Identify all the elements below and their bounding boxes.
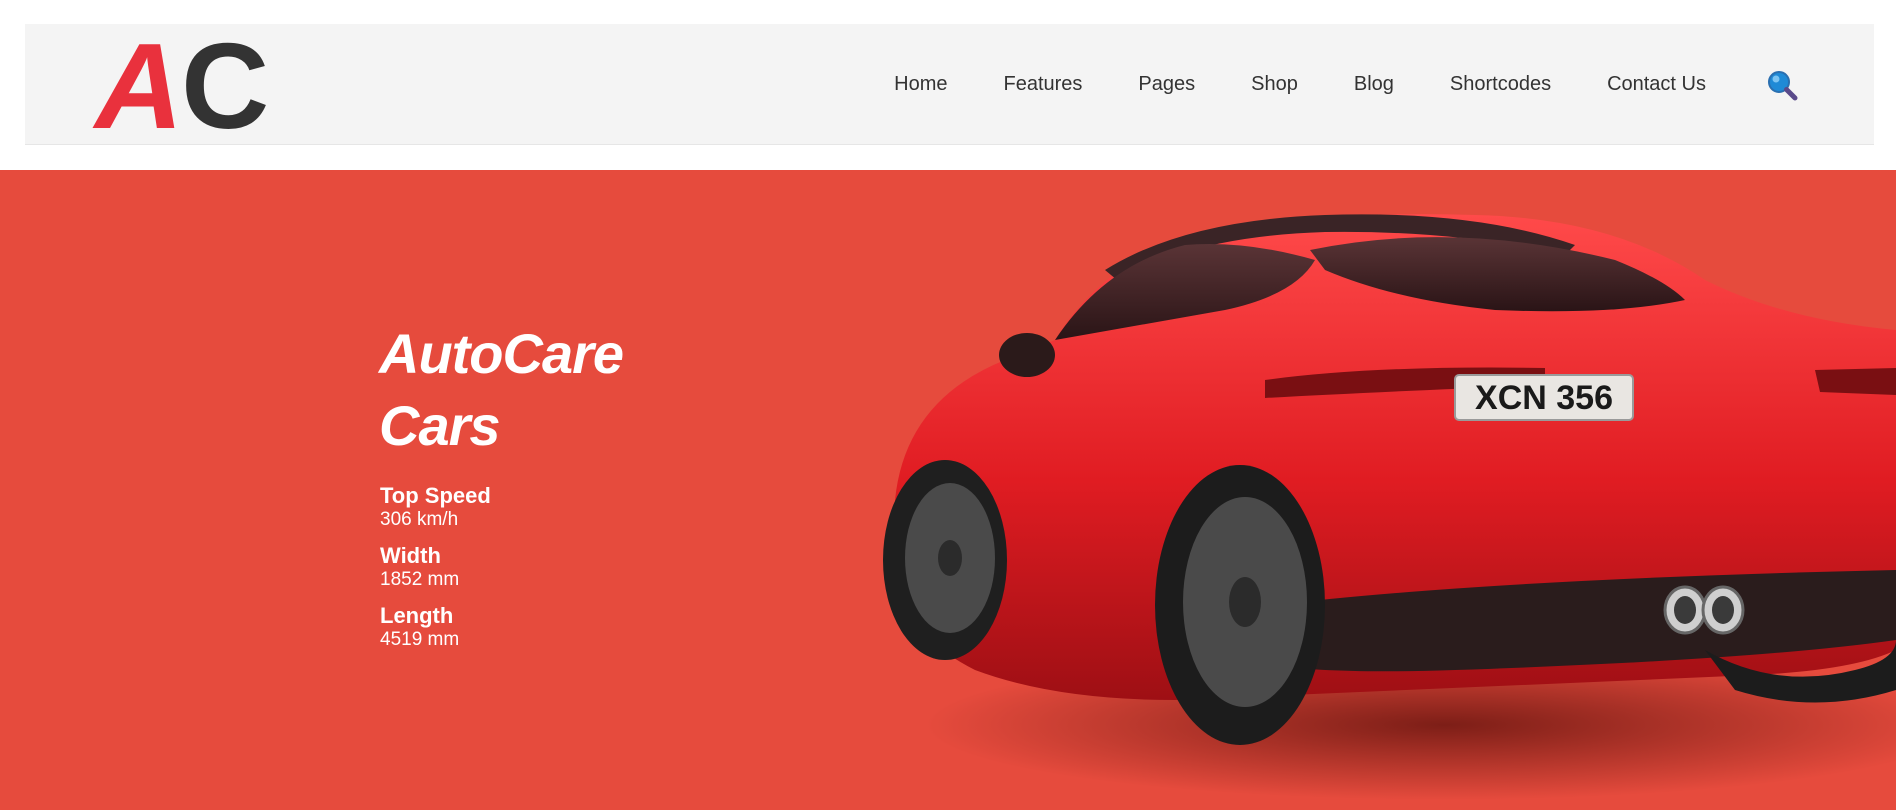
nav-pages[interactable]: Pages [1138, 73, 1195, 96]
license-plate-text: XCN 356 [1475, 379, 1613, 417]
nav-shortcodes[interactable]: Shortcodes [1450, 73, 1551, 96]
hero-banner: AutoCare Cars Top Speed 306 km/h Width 1… [0, 170, 1896, 810]
site-header: AC Home Features Pages Shop Blog Shortco… [25, 18, 1874, 154]
spec-value: 4519 mm [380, 629, 460, 650]
logo-letter-c: C [181, 18, 269, 154]
nav-shop[interactable]: Shop [1251, 73, 1298, 96]
spec-length: Length 4519 mm [380, 603, 491, 651]
spec-label: Length [380, 603, 454, 628]
car-image: XCN 356 [883, 214, 1896, 800]
logo-letter-a: A [95, 18, 183, 154]
spec-list: Top Speed 306 km/h Width 1852 mm Length … [380, 483, 491, 663]
spec-top-speed: Top Speed 306 km/h [380, 483, 491, 531]
hero-title-line-2: Cars [379, 394, 501, 457]
spec-label: Top Speed [380, 483, 491, 508]
site-logo[interactable]: AC [95, 18, 269, 154]
spec-value: 306 km/h [380, 509, 459, 530]
spec-label: Width [380, 543, 441, 568]
nav-features[interactable]: Features [1003, 73, 1082, 96]
nav-contact-us[interactable]: Contact Us [1607, 73, 1706, 96]
search-icon[interactable] [1765, 68, 1799, 102]
hero-title-line-1: AutoCare [379, 322, 624, 385]
spec-width: Width 1852 mm [380, 543, 491, 591]
spec-value: 1852 mm [380, 569, 460, 590]
hero-title: AutoCare Cars [379, 318, 624, 462]
nav-blog[interactable]: Blog [1354, 73, 1394, 96]
nav-home[interactable]: Home [894, 73, 947, 96]
main-nav: Home Features Pages Shop Blog Shortcodes… [894, 24, 1706, 144]
